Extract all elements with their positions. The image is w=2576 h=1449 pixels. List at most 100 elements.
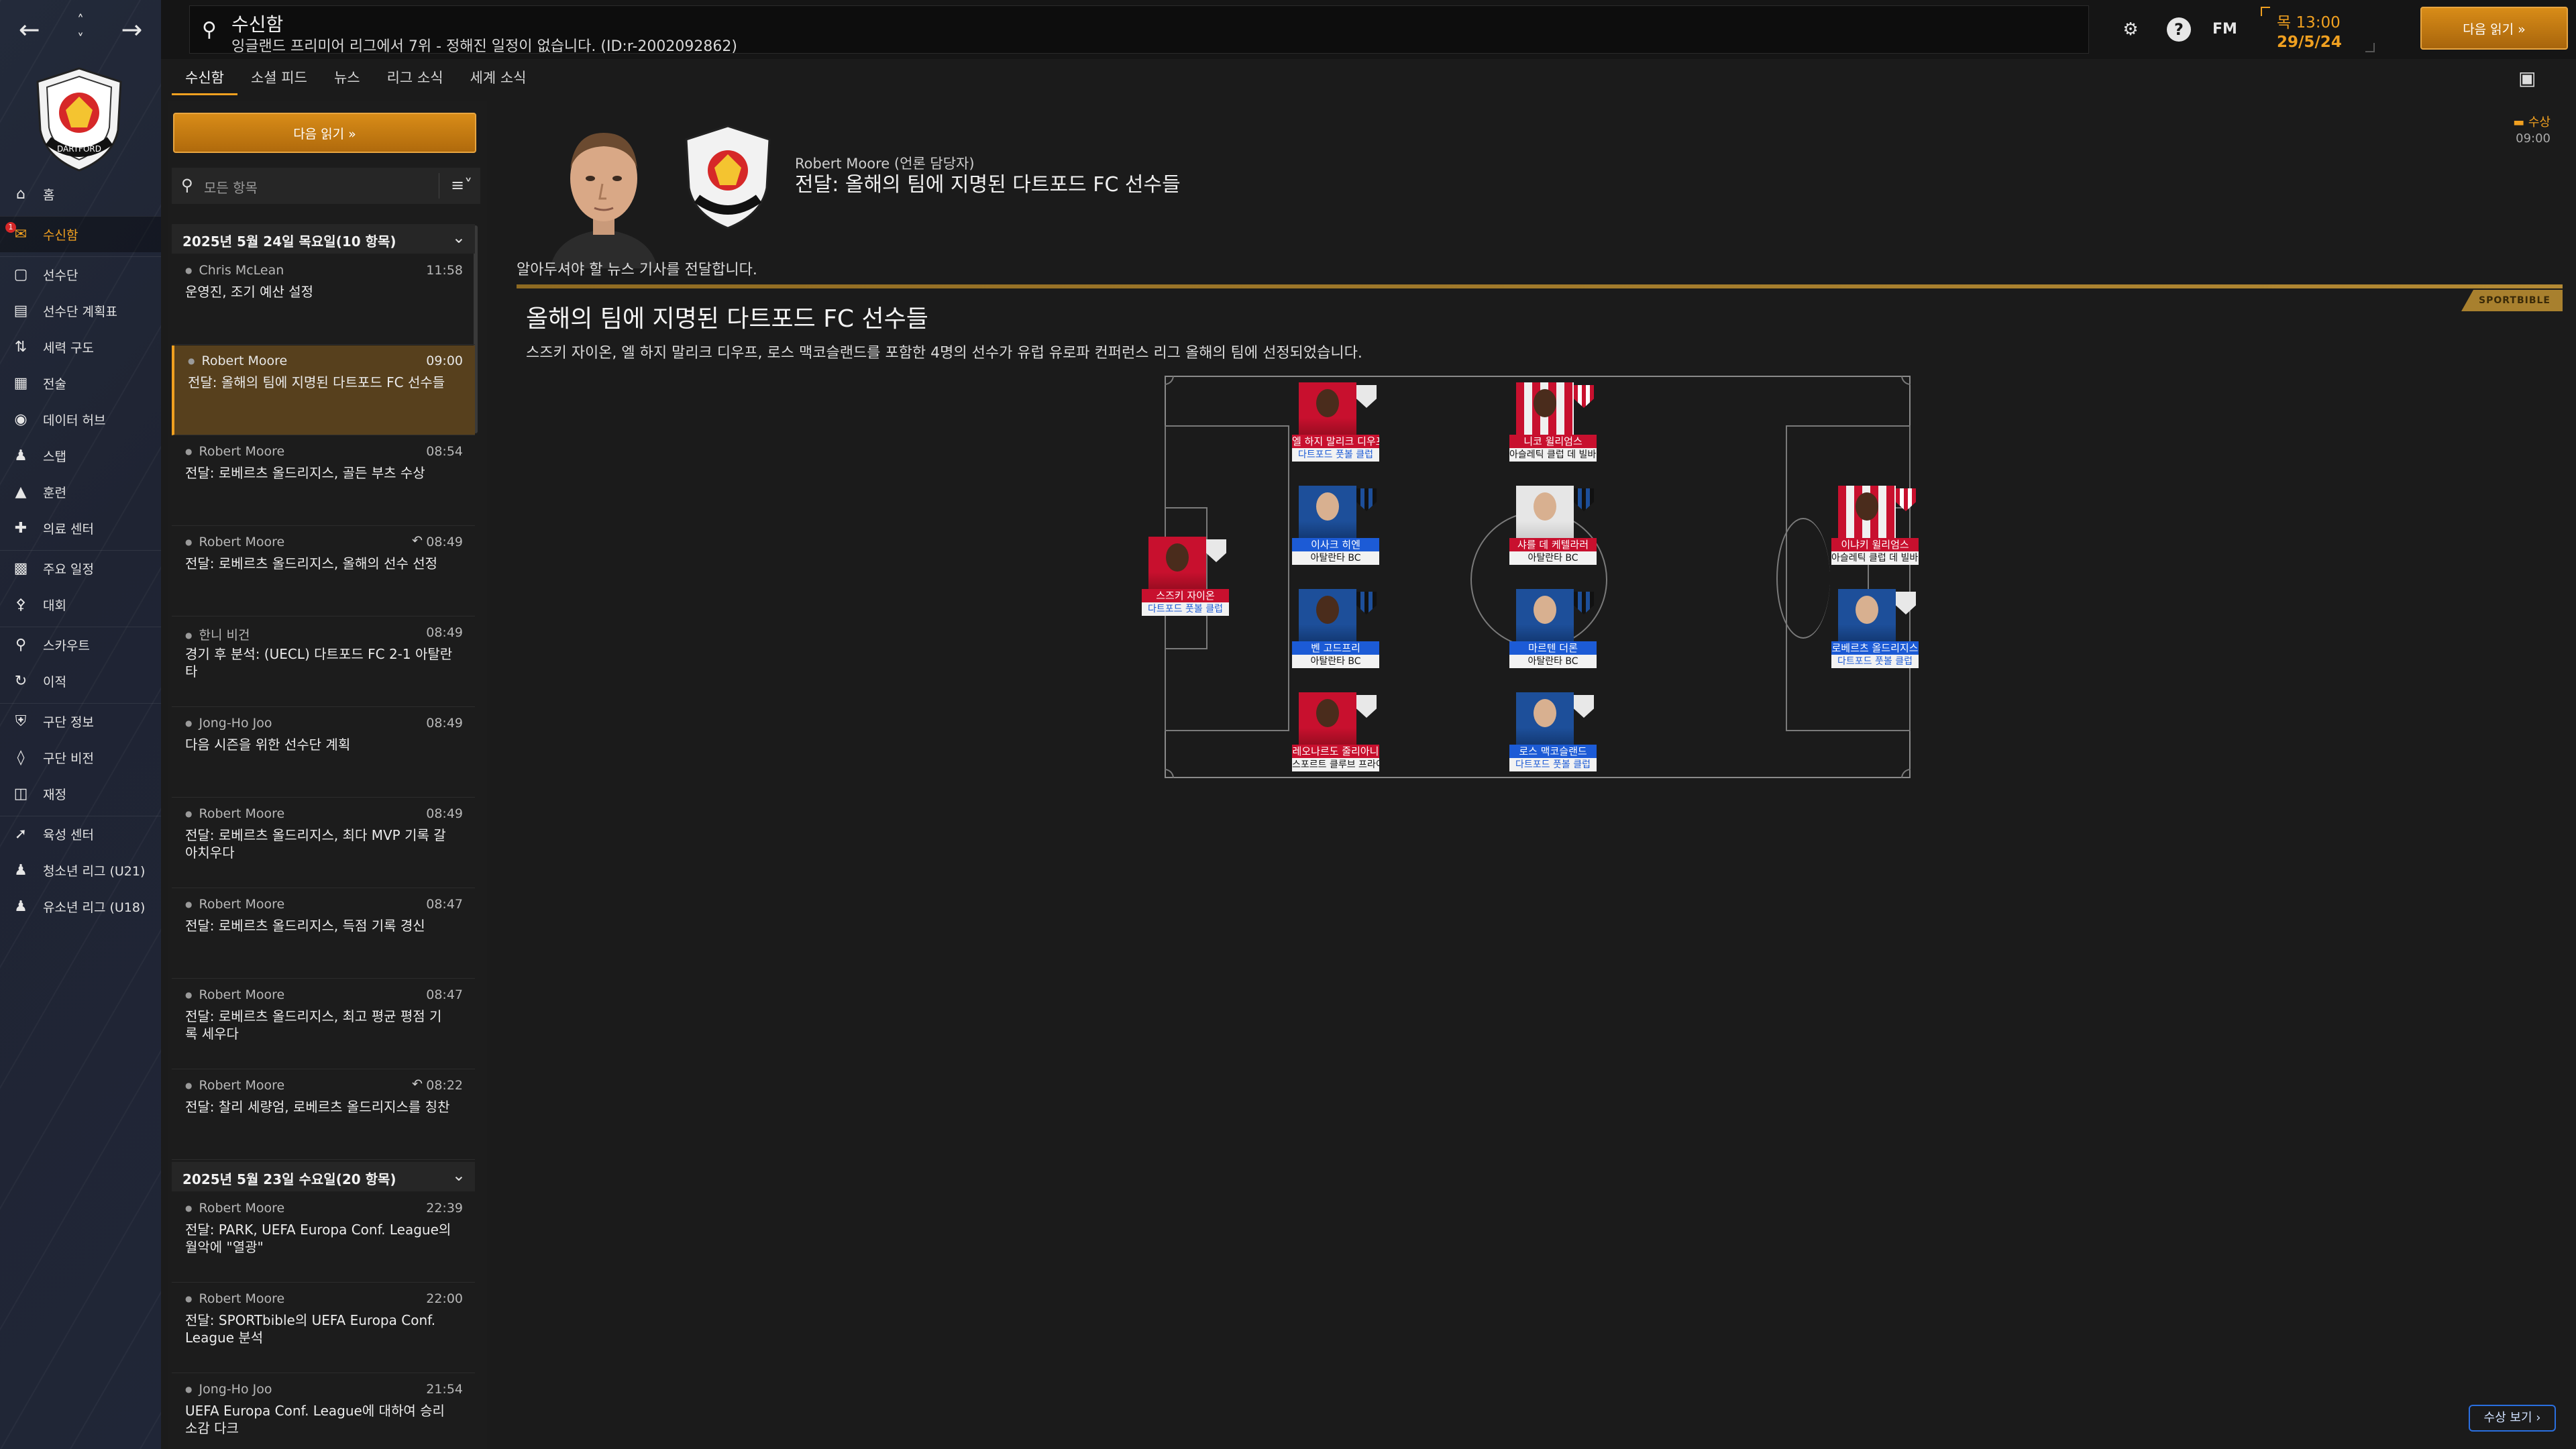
sidebar-item-dev-centre[interactable]: ➚ 육성 센터 [0,816,161,852]
sidebar-item-schedule[interactable]: ▩ 주요 일정 [0,550,161,586]
sidebar-item-data-hub[interactable]: ◉ 데이터 허브 [0,401,161,437]
club-info-icon: ⛨ [15,713,27,730]
message-time: 08:49 [426,625,463,640]
view-award-button[interactable]: 수상 보기 › [2469,1405,2556,1432]
player-card[interactable]: 로베르츠 올드리지스 다트포드 풋볼 클럽 [1831,589,1919,676]
help-icon[interactable]: ? [2167,17,2191,42]
sidebar-item-home[interactable]: ⌂ 홈 [0,176,161,212]
player-card[interactable]: 샤를 데 케텔라러 아탈란타 BC [1509,486,1597,573]
page-title: 수신함 [231,13,284,36]
player-card[interactable]: 마르텐 더론 아탈란타 BC [1509,589,1597,676]
sender-portrait[interactable] [537,114,671,268]
forward-arrow-icon[interactable]: → [121,15,142,44]
tab-social-feed[interactable]: 소셜 피드 [237,66,321,95]
sidebar-item-scouting[interactable]: ⚲ 스카우트 [0,627,161,663]
inbox-message[interactable]: 한니 비건 08:49 경기 후 분석: (UECL) 다트포드 FC 2-1 … [172,617,475,707]
sidebar-item-transfers[interactable]: ↻ 이적 [0,663,161,699]
player-head [1856,492,1878,521]
day-group-header[interactable]: 2025년 5월 24일 목요일(10 항목) ⌄ [172,224,475,254]
player-card[interactable]: 스즈키 자이온 다트포드 풋볼 클럽 [1142,537,1229,624]
tab-league-news[interactable]: 리그 소식 [374,66,457,95]
message-time: 21:54 [426,1382,463,1397]
message-headline: 전달: 올해의 팀에 지명된 다트포드 FC 선수들 [795,173,1181,197]
message-time: 08:49 [426,806,463,821]
sidebar-item-label: 대회 [43,598,66,613]
inbox-message[interactable]: Jong-Ho Joo 21:54 UEFA Europa Conf. Leag… [172,1374,475,1449]
chevron-down-icon[interactable]: ⌄ [452,228,466,247]
player-head [1316,389,1339,417]
filter-input[interactable]: 모든 항목 [204,177,258,197]
player-card[interactable]: 이사크 히엔 아탈란타 BC [1292,486,1379,573]
tab-world-news[interactable]: 세계 소식 [457,66,540,95]
back-arrow-icon[interactable]: ← [19,15,40,44]
player-name: 로베르츠 올드리지스 [1831,641,1919,655]
reply-icon: ↶ [412,533,423,548]
inbox-message[interactable]: Robert Moore 22:00 전달: SPORTbible의 UEFA … [172,1283,475,1373]
sidebar-item-u21[interactable]: ♟ 청소년 리그 (U21) [0,852,161,888]
player-card[interactable]: 로스 맥코슬랜드 다트포드 풋볼 클럽 [1509,692,1597,780]
club-crest-icon[interactable]: DARTFORD [32,66,126,173]
message-time: 08:49 [426,535,463,549]
tactics-icon: ▦ [13,374,28,392]
day-group-header[interactable]: 2025년 5월 23일 수요일(20 항목) ⌄ [172,1162,475,1191]
club-crest-icon[interactable] [681,123,775,231]
player-card[interactable]: 이냐키 윌리엄스 아슬레틱 클럽 데 빌바오 [1831,486,1919,573]
sidebar-item-dynamics[interactable]: ⇅ 세력 구도 [0,329,161,365]
sidebar-item-finances[interactable]: ◫ 재정 [0,775,161,812]
continue-button[interactable]: 다음 읽기 » [2420,7,2568,50]
award-tag[interactable]: ▬ 수상 09:00 [2513,113,2551,146]
sidebar-item-label: 육성 센터 [43,828,94,843]
sidebar-item-medical[interactable]: ✚ 의료 센터 [0,510,161,546]
sidebar-item-label: 스탭 [43,449,66,464]
read-next-button[interactable]: 다음 읽기 » [173,113,476,153]
layout-toggle-icon[interactable]: ▣ [2518,67,2536,89]
message-sender: Robert Moore [185,1291,284,1306]
tab-inbox[interactable]: 수신함 [172,66,237,95]
sidebar-item-club-vision[interactable]: ◊ 구단 비전 [0,739,161,775]
player-head [1166,543,1189,572]
corner-arc [1165,376,1174,385]
network-icon[interactable]: ⚙ [2118,17,2143,42]
filter-menu-icon[interactable]: ≡˅ [451,176,472,195]
message-intro: 알아두셔야 할 뉴스 기사를 전달합니다. [517,262,757,278]
search-bar[interactable]: ⚲ 수신함 잉글랜드 프리미어 리그에서 7위 - 정해진 일정이 없습니다. … [189,5,2089,55]
sidebar-item-staff[interactable]: ♟ 스탭 [0,437,161,474]
inbox-message-selected[interactable]: Robert Moore 09:00 전달: 올해의 팀에 지명된 다트포드 F… [172,345,475,435]
medical-icon: ✚ [14,519,28,537]
finances-icon: ◫ [13,785,28,802]
down-arrow-icon[interactable]: ˅ [77,30,84,48]
inbox-message[interactable]: Robert Moore ↶ 08:49 전달: 로베르츠 올드리지스, 올해의… [172,527,475,616]
up-arrow-icon[interactable]: ˄ [77,11,84,30]
player-card[interactable]: 벤 고드프리 아탈란타 BC [1292,589,1379,676]
sidebar-item-club-info[interactable]: ⛨ 구단 정보 [0,703,161,739]
fm-logo[interactable]: FM [2212,17,2237,42]
sidebar-item-competitions[interactable]: ⚴ 대회 [0,586,161,623]
inbox-message[interactable]: Robert Moore 22:39 전달: PARK, UEFA Europa… [172,1193,475,1283]
chevron-down-icon[interactable]: ⌄ [452,1166,466,1185]
player-name: 벤 고드프리 [1292,641,1379,655]
inbox-message[interactable]: Jong-Ho Joo 08:49 다음 시즌을 위한 선수단 계획 [172,708,475,798]
inbox-filter[interactable]: ⚲ 모든 항목 ≡˅ [172,168,480,204]
shirt-icon: ▢ [13,266,28,283]
tab-news[interactable]: 뉴스 [321,66,374,95]
inbox-message[interactable]: Robert Moore 08:49 전달: 로베르츠 올드리지스, 최다 MV… [172,798,475,888]
inbox-message[interactable]: Chris McLean 11:58 운영진, 조기 예산 설정 [172,255,475,345]
player-name: 이냐키 윌리엄스 [1831,538,1919,551]
player-head [1534,596,1556,624]
date-display[interactable]: 목 13:00 29/5/24 [2261,7,2375,52]
player-card[interactable]: 엘 하지 말리크 디우프 다트포드 풋볼 클럽 [1292,382,1379,470]
player-card[interactable]: 레오나르도 줄리아니 스포르트 클루브 프라이... [1292,692,1379,780]
player-card[interactable]: 니코 윌리엄스 아슬레틱 클럽 데 빌바오 [1509,382,1597,470]
inbox-message[interactable]: Robert Moore 08:47 전달: 로베르츠 올드리지스, 득점 기록… [172,889,475,979]
svg-text:DARTFORD: DARTFORD [57,144,101,154]
sidebar-item-u18[interactable]: ♟ 유소년 리그 (U18) [0,888,161,924]
sidebar-item-tactics[interactable]: ▦ 전술 [0,365,161,401]
inbox-message[interactable]: Robert Moore 08:54 전달: 로베르츠 올드리지스, 골든 부츠… [172,436,475,526]
sidebar-item-inbox[interactable]: 1 ✉ 수신함 [0,216,161,252]
message-subject: 전달: SPORTbible의 UEFA Europa Conf. League… [185,1312,436,1346]
sidebar-item-squad-planner[interactable]: ▤ 선수단 계획표 [0,292,161,329]
inbox-message[interactable]: Robert Moore ↶ 08:22 전달: 찰리 세량엄, 로베르츠 올드… [172,1070,475,1160]
inbox-message[interactable]: Robert Moore 08:47 전달: 로베르츠 올드리지스, 최고 평균… [172,979,475,1069]
sidebar-item-squad[interactable]: ▢ 선수단 [0,256,161,292]
sidebar-item-training[interactable]: ▲ 훈련 [0,474,161,510]
